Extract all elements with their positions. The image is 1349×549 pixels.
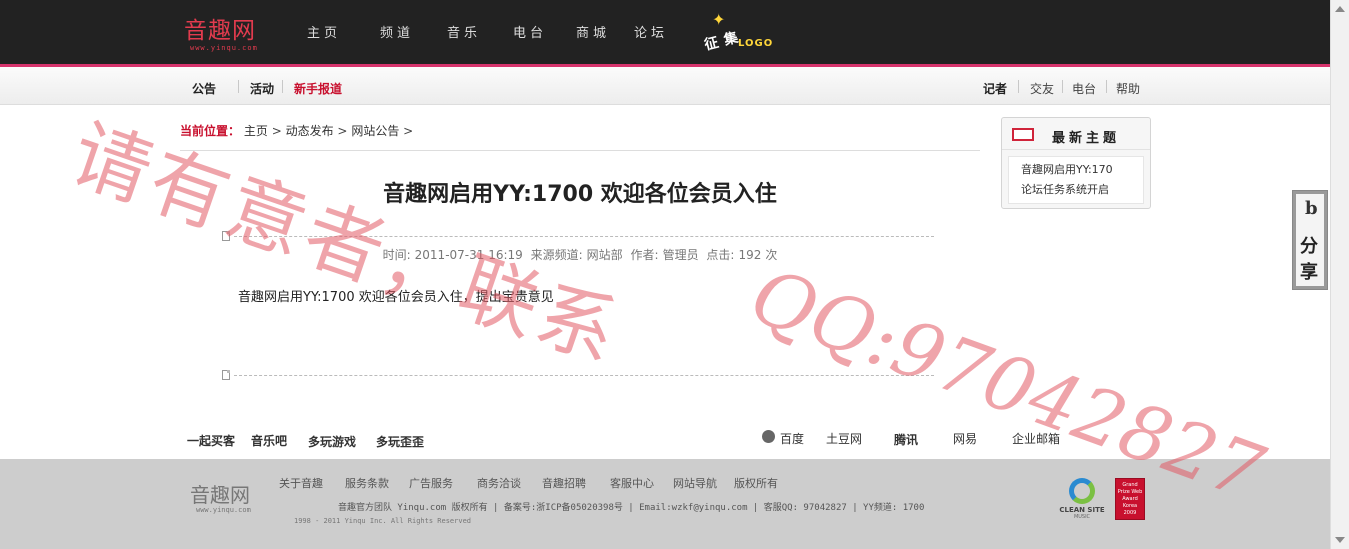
breadcrumb-separator: >	[271, 124, 282, 138]
divider	[180, 150, 980, 151]
divider	[282, 80, 283, 93]
meta-time: 2011-07-31 16:19	[414, 248, 523, 262]
topic-link[interactable]: 音趣网启用YY:170	[1021, 160, 1143, 180]
nav-forum[interactable]: 论坛	[634, 22, 668, 41]
web-award-badge[interactable]: Grand Prize Web Award Korea 2009	[1115, 478, 1145, 520]
article-meta: 时间: 2011-07-31 16:19 来源频道: 网站部 作者: 管理员 点击: 1…	[180, 246, 980, 263]
meta-source-label: 来源频道:	[530, 248, 583, 262]
footer-logo-url: www.yinqu.com	[196, 506, 251, 514]
divider	[1062, 80, 1063, 93]
share-label: 享	[1300, 262, 1318, 283]
footer-link[interactable]: 服务条款	[345, 475, 389, 491]
meta-author: 管理员	[662, 248, 699, 262]
subnav-friends[interactable]: 交友	[1030, 80, 1054, 97]
meta-author-label: 作者:	[630, 248, 659, 262]
friend-link[interactable]: 腾讯	[894, 431, 918, 448]
nav-music[interactable]: 音乐	[447, 22, 481, 41]
footer-link[interactable]: 音趣招聘	[542, 475, 586, 491]
meta-time-label: 时间:	[382, 248, 411, 262]
subnav-radio[interactable]: 电台	[1072, 80, 1096, 97]
divider	[1106, 80, 1107, 93]
breadcrumb: 当前位置： 主页 > 动态发布 > 网站公告 >	[180, 122, 413, 139]
footer-link[interactable]: 关于音趣	[279, 475, 323, 491]
top-bar: 音趣网 www.yinqu.com 主页 频道 音乐 电台 商城 论坛 ✦ 征集…	[0, 0, 1330, 67]
site-logo[interactable]: 音趣网 www.yinqu.com	[184, 18, 268, 54]
breadcrumb-news[interactable]: 动态发布	[286, 124, 334, 138]
friend-link[interactable]: 音乐吧	[251, 432, 287, 449]
friend-link[interactable]: 多玩游戏	[308, 433, 356, 450]
friend-link[interactable]: 土豆网	[826, 430, 862, 447]
breadcrumb-label: 当前位置：	[180, 124, 241, 138]
topics-list: 音趣网启用YY:170 论坛任务系统开启	[1008, 156, 1144, 204]
friend-link[interactable]: 一起买客	[187, 432, 235, 449]
footer-copyright: 1998 - 2011 Yinqu Inc. All Rights Reserv…	[294, 517, 472, 525]
share-button[interactable]: b 分 享	[1292, 190, 1328, 290]
footer-link[interactable]: 网站导航	[673, 475, 717, 491]
friend-link[interactable]: 企业邮箱	[1012, 430, 1060, 447]
scroll-up-icon[interactable]	[1335, 6, 1345, 12]
meta-clicks-unit: 次	[765, 248, 778, 262]
footer-link[interactable]: 版权所有	[734, 475, 778, 491]
friend-link[interactable]: 百度	[780, 430, 804, 447]
latest-topics-panel: 最新主题 音趣网启用YY:170 论坛任务系统开启	[1001, 117, 1151, 209]
scroll-down-icon[interactable]	[1335, 537, 1345, 543]
breadcrumb-home[interactable]: 主页	[244, 124, 268, 138]
badge-logo-text: LOGO	[738, 38, 774, 49]
article-body: 音趣网启用YY:1700 欢迎各位会员入住，提出宝贵意见	[238, 290, 554, 305]
nav-mall[interactable]: 商城	[576, 22, 610, 41]
friend-link[interactable]: 网易	[953, 430, 977, 447]
panel-title: 最新主题	[1052, 131, 1121, 146]
subnav-reporter[interactable]: 记者	[983, 80, 1007, 97]
nav-home[interactable]: 主页	[307, 22, 341, 41]
clean-site-sub: MUSIC	[1073, 514, 1091, 520]
subnav-activity[interactable]: 活动	[250, 80, 274, 97]
nav-radio[interactable]: 电台	[513, 22, 547, 41]
meta-clicks: 192	[738, 248, 762, 262]
breadcrumb-notice[interactable]: 网站公告	[351, 124, 399, 138]
clean-site-badge[interactable]: CLEAN SITE MUSIC	[1056, 478, 1108, 522]
breadcrumb-separator: >	[403, 124, 414, 138]
dashed-divider	[234, 236, 934, 237]
bshare-icon: b	[1305, 198, 1318, 219]
divider	[1018, 80, 1019, 93]
panel-header: 最新主题	[1002, 118, 1150, 150]
share-inner: b 分 享	[1296, 194, 1324, 286]
logo-text: 音趣网	[184, 18, 256, 44]
breadcrumb-separator: >	[337, 124, 348, 138]
subnav-help[interactable]: 帮助	[1116, 80, 1140, 97]
footer-logo[interactable]: 音趣网 www.yinqu.com	[190, 484, 251, 514]
nav-channel[interactable]: 频道	[380, 22, 414, 41]
meta-source: 网站部	[586, 248, 623, 262]
logo-url: www.yinqu.com	[190, 44, 258, 52]
share-label: 分	[1300, 236, 1318, 257]
topics-icon	[1012, 128, 1034, 141]
footer-link[interactable]: 商务洽谈	[477, 475, 521, 491]
document-icon	[222, 231, 230, 241]
document-icon	[222, 370, 230, 380]
clean-site-icon	[1069, 478, 1095, 504]
star-icon: ✦	[712, 10, 726, 29]
footer-info: 音趣官方团队 Yinqu.com 版权所有 | 备案号:浙ICP备0502039…	[338, 503, 925, 513]
vertical-scrollbar[interactable]	[1330, 0, 1349, 549]
footer-link[interactable]: 广告服务	[409, 475, 453, 491]
topic-link[interactable]: 论坛任务系统开启	[1021, 180, 1143, 200]
friend-link[interactable]: 多玩歪歪	[376, 433, 424, 450]
article-title: 音趣网启用YY:1700 欢迎各位会员入住	[383, 182, 777, 207]
footer-link[interactable]: 客服中心	[610, 475, 654, 491]
dashed-divider	[234, 375, 934, 376]
baidu-paw-icon	[762, 430, 775, 443]
clean-site-text: CLEAN SITE	[1059, 506, 1105, 514]
meta-clicks-label: 点击:	[706, 248, 735, 262]
subnav-newbie[interactable]: 新手报道	[294, 80, 342, 97]
footer-logo-text: 音趣网	[190, 483, 250, 507]
logo-contest-badge[interactable]: ✦ 征集 LOGO	[700, 10, 780, 62]
subnav-notice[interactable]: 公告	[192, 80, 216, 97]
divider	[238, 80, 239, 93]
sub-nav: 公告 活动 新手报道 记者 交友 电台 帮助	[0, 67, 1330, 105]
page: 音趣网 www.yinqu.com 主页 频道 音乐 电台 商城 论坛 ✦ 征集…	[0, 0, 1349, 549]
